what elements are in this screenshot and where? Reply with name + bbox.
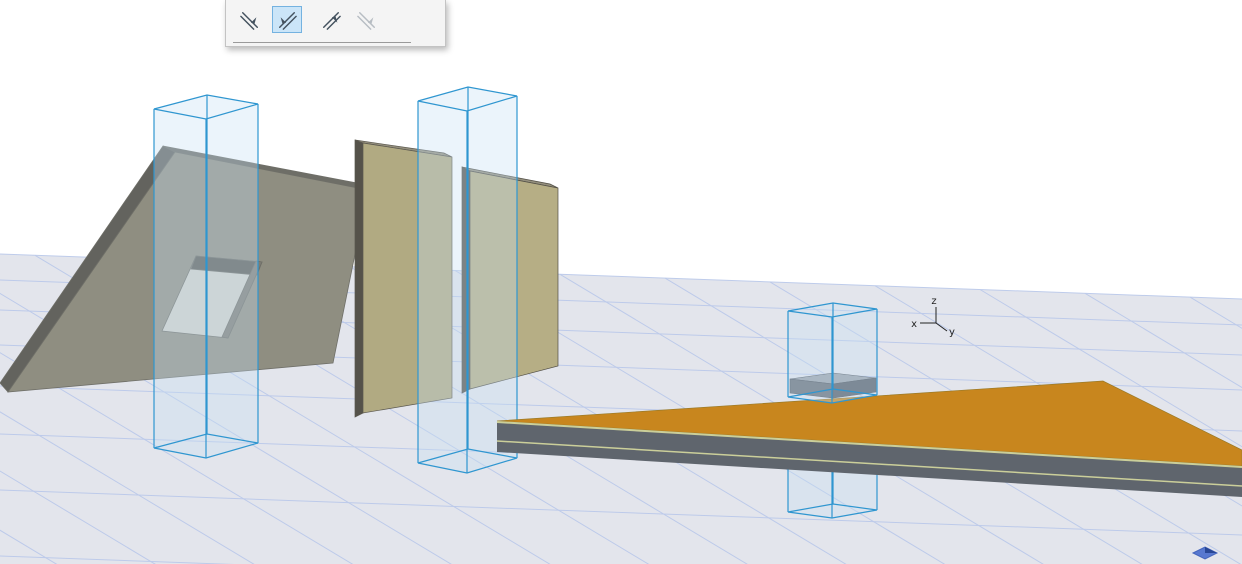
connect-mode-icon — [322, 11, 341, 30]
connect-mode-icon — [356, 11, 375, 30]
connect-mode-1-button[interactable] — [236, 6, 263, 33]
marquee-box-on-slab[interactable] — [787, 302, 878, 404]
axis-z-label: z — [931, 296, 936, 307]
marquee-column-left[interactable] — [153, 94, 259, 459]
connect-mode-3-button[interactable] — [317, 6, 344, 33]
axis-x-label: x — [911, 319, 917, 330]
connect-mode-2-button[interactable] — [272, 6, 302, 33]
connect-mode-icon — [279, 11, 297, 30]
connect-mode-icon — [239, 11, 258, 30]
connect-mode-4-button[interactable] — [353, 6, 380, 33]
application-window: z x y — [0, 0, 1242, 564]
marquee-column-middle[interactable] — [417, 86, 518, 474]
panel-side-face — [354, 139, 364, 418]
axis-y-label: y — [949, 327, 955, 338]
3d-viewport[interactable]: z x y — [0, 0, 1242, 564]
connection-pet-palette — [225, 0, 446, 47]
